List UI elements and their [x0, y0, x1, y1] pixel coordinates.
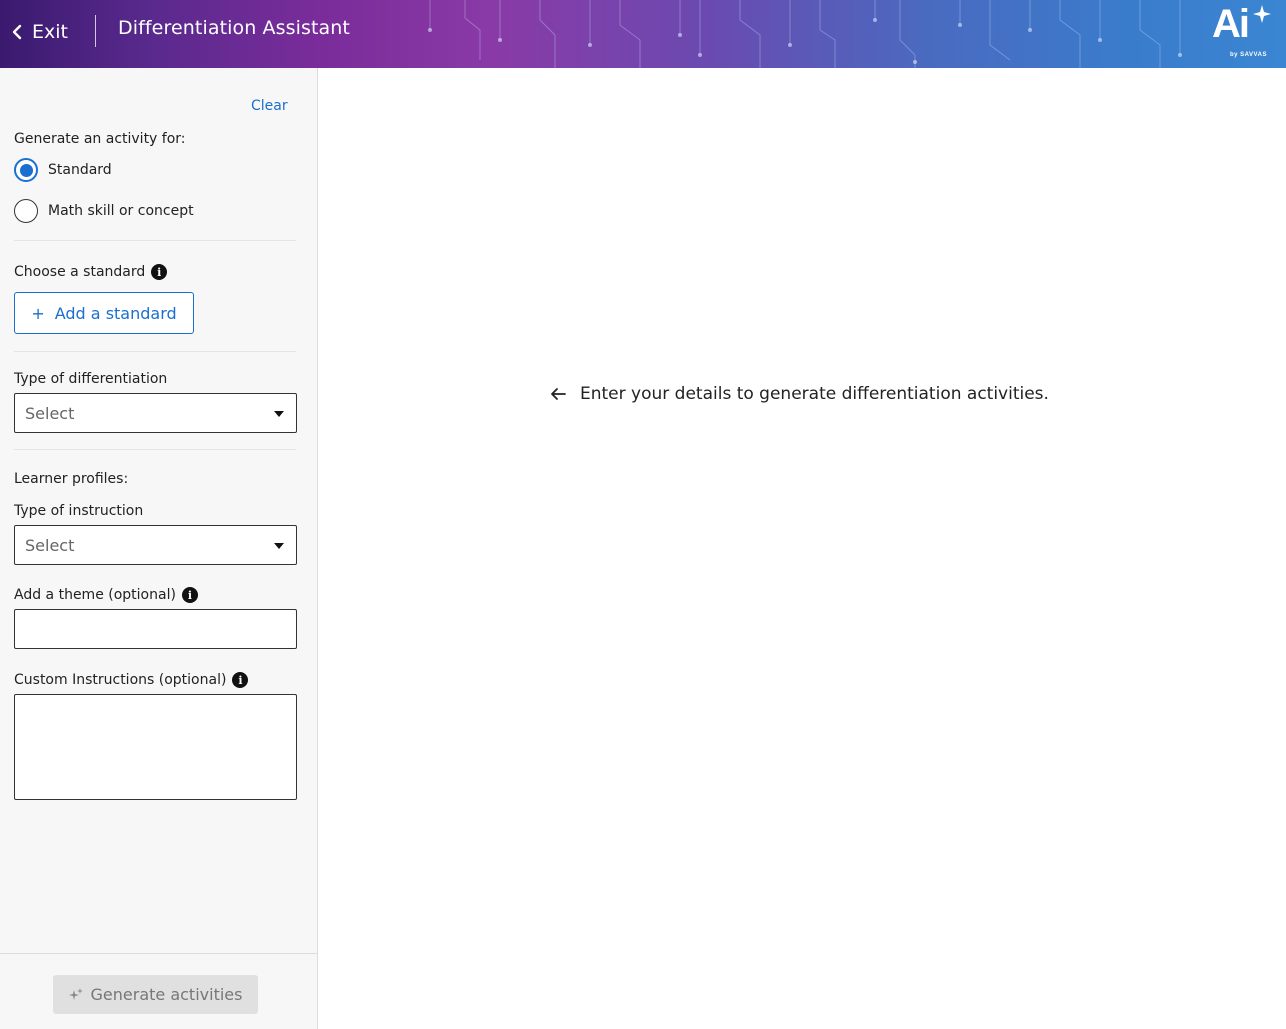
- custom-instructions-label-row: Custom Instructions (optional) i: [14, 672, 249, 688]
- type-of-instruction-select[interactable]: Select: [14, 525, 297, 565]
- plus-icon: +: [31, 303, 45, 323]
- info-icon[interactable]: i: [151, 264, 168, 280]
- caret-down-icon: [274, 543, 284, 549]
- app-header: Exit Differentiation Assistant Ai by SAV…: [0, 0, 1286, 68]
- add-standard-button[interactable]: + Add a standard: [14, 292, 194, 334]
- clear-button[interactable]: Clear: [251, 98, 288, 114]
- radio-math-skill-control[interactable]: [14, 199, 38, 223]
- empty-state-message: Enter your details to generate different…: [550, 384, 1049, 404]
- info-icon[interactable]: i: [181, 587, 198, 603]
- chevron-left-icon: [12, 24, 22, 40]
- generate-activities-button[interactable]: Generate activities: [53, 975, 258, 1014]
- page-title: Differentiation Assistant: [118, 17, 350, 39]
- divider: [14, 240, 296, 241]
- divider: [14, 351, 296, 352]
- type-of-differentiation-label: Type of differentiation: [14, 371, 168, 387]
- theme-input[interactable]: [14, 609, 297, 649]
- sidebar-form: Clear Generate an activity for: Standard…: [0, 68, 318, 1029]
- caret-down-icon: [274, 411, 284, 417]
- choose-standard-label: Choose a standard: [14, 264, 146, 280]
- info-icon[interactable]: i: [232, 672, 249, 688]
- type-of-differentiation-select[interactable]: Select: [14, 393, 297, 433]
- sidebar-footer: Generate activities: [0, 953, 317, 1029]
- arrow-left-icon: [551, 388, 566, 400]
- add-standard-label: Add a standard: [54, 303, 177, 323]
- learner-profiles-label: Learner profiles:: [14, 471, 129, 487]
- generate-for-label: Generate an activity for:: [14, 131, 186, 147]
- theme-label-row: Add a theme (optional) i: [14, 587, 198, 603]
- radio-standard-label: Standard: [48, 162, 112, 178]
- choose-standard-row: Choose a standard i: [14, 264, 168, 280]
- radio-standard-control[interactable]: [14, 158, 38, 182]
- type-of-instruction-label: Type of instruction: [14, 503, 144, 519]
- header-divider: [95, 15, 96, 47]
- logo-subtext: by SAVVAS: [1230, 52, 1267, 58]
- select-value: Select: [25, 403, 75, 423]
- divider: [14, 449, 296, 450]
- exit-label: Exit: [32, 21, 68, 43]
- select-value: Select: [25, 535, 75, 555]
- exit-button[interactable]: Exit: [10, 16, 76, 48]
- empty-state-text: Enter your details to generate different…: [580, 384, 1049, 404]
- custom-instructions-label: Custom Instructions (optional): [14, 672, 227, 688]
- generate-activities-label: Generate activities: [90, 985, 243, 1004]
- sparkle-icon: [68, 987, 83, 1000]
- logo-text: Ai: [1212, 2, 1250, 46]
- ai-logo: Ai by SAVVAS: [1208, 2, 1278, 62]
- sparkle-icon: [1253, 5, 1271, 23]
- radio-math-skill-label: Math skill or concept: [48, 203, 194, 219]
- custom-instructions-textarea[interactable]: [14, 694, 297, 800]
- theme-label: Add a theme (optional): [14, 587, 176, 603]
- radio-math-skill[interactable]: Math skill or concept: [14, 199, 194, 223]
- radio-standard[interactable]: Standard: [14, 158, 112, 182]
